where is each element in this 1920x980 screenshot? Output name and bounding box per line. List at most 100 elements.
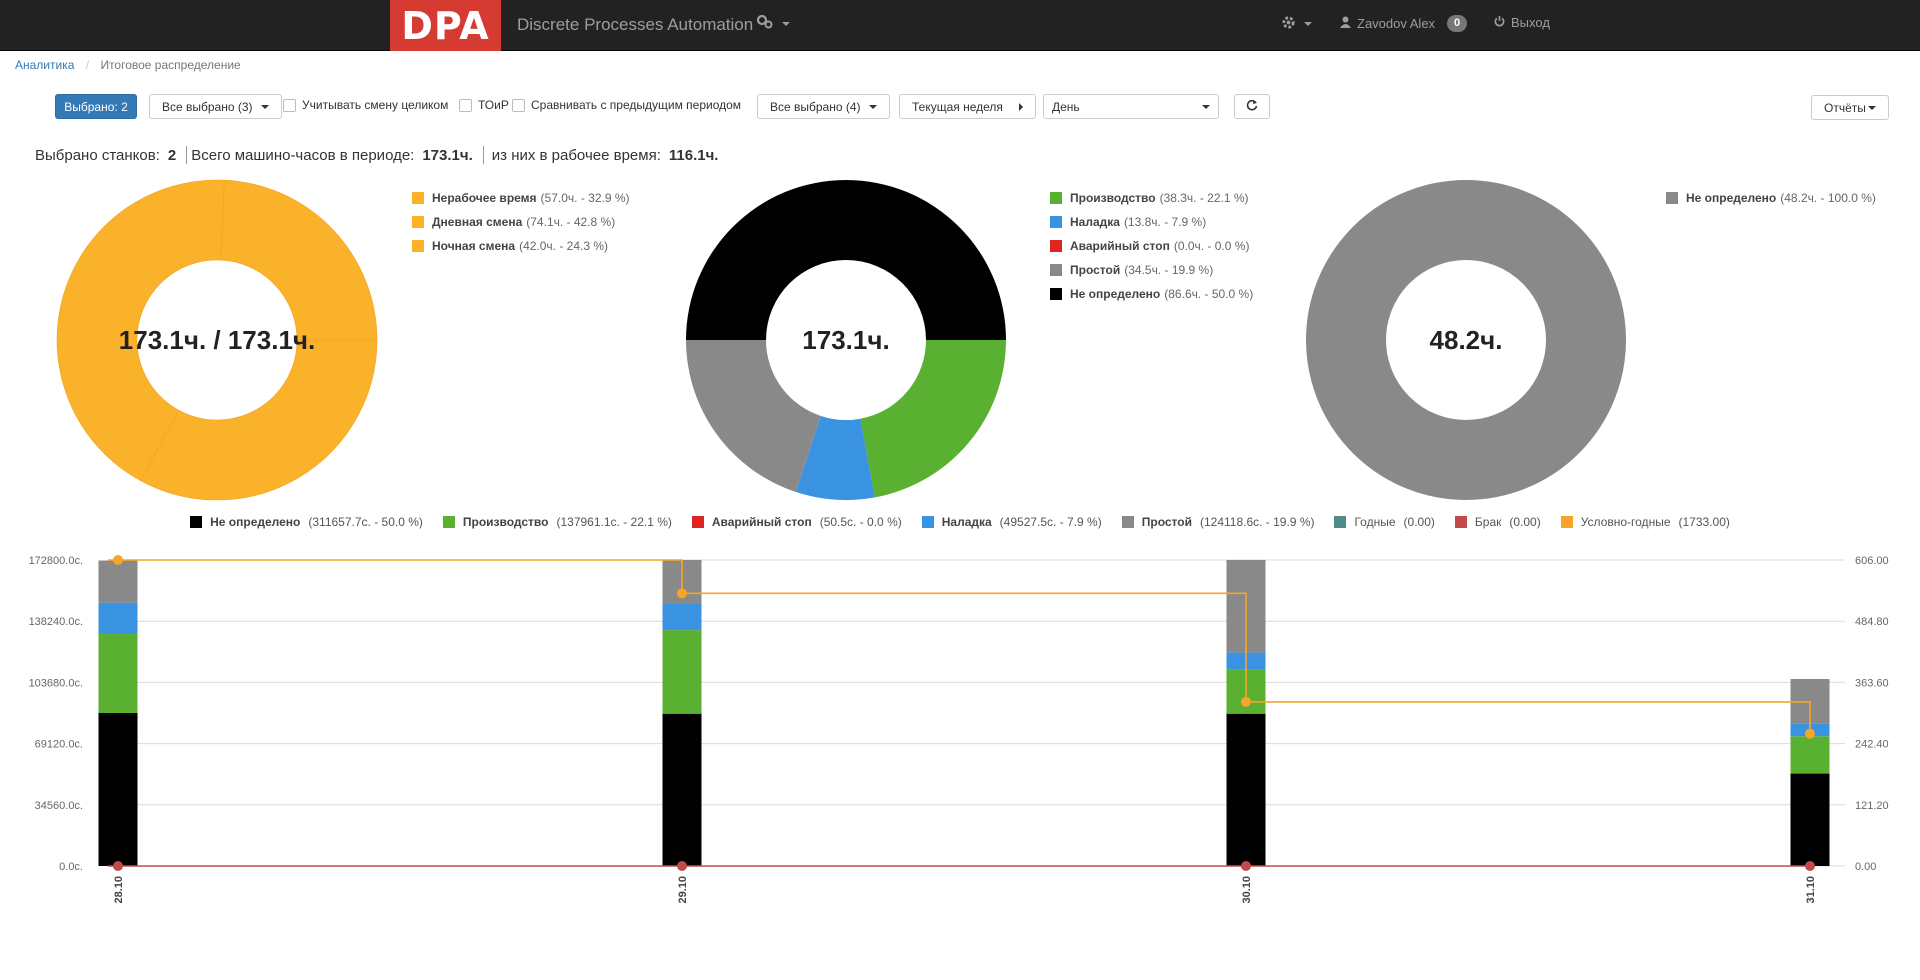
legend-item-nonworking[interactable]: Нерабочее время (57.0ч. - 32.9 %): [412, 186, 630, 210]
legend-value: (311657.7с. - 50.0 %): [308, 515, 423, 529]
whole-shift-option[interactable]: Учитывать смену целиком: [283, 98, 448, 112]
legend-value: (38.3ч. - 22.1 %): [1159, 191, 1249, 205]
toir-checkbox[interactable]: [459, 98, 472, 112]
notifications-badge[interactable]: 0: [1447, 15, 1468, 32]
summary-divider: [482, 146, 484, 164]
breadcrumb: Аналитика / Итоговое распределение: [15, 58, 241, 72]
shifts-donut-chart: [56, 179, 378, 501]
period-dropdown[interactable]: Текущая неделя: [899, 94, 1036, 119]
bar-legend-item-production[interactable]: Производство (137961.1с. - 22.1 %): [442, 515, 672, 529]
legend-swatch: [1454, 516, 1467, 528]
legend-value: (137961.1с. - 22.1 %): [556, 515, 672, 529]
brand-title[interactable]: Discrete Processes Automation: [517, 15, 753, 35]
bar-segment[interactable]: [662, 603, 702, 631]
states-dropdown[interactable]: Все выбрано (4): [757, 94, 890, 119]
machines-dropdown-label: Все выбрано (3): [162, 99, 253, 114]
breadcrumb-current: Итоговое распределение: [100, 58, 241, 72]
shifts-legend: Нерабочее время (57.0ч. - 32.9 %) Дневная…: [412, 186, 630, 258]
series-point[interactable]: [1805, 728, 1815, 739]
bar-legend-item-undefined[interactable]: Не определено (311657.7с. - 50.0 %): [190, 515, 423, 529]
series-point[interactable]: [1805, 861, 1815, 871]
donut-slice-1[interactable]: [1306, 180, 1626, 500]
selected-machines-button[interactable]: Выбрано: 2: [55, 94, 137, 119]
legend-value: (86.6ч. - 50.0 %): [1164, 287, 1254, 301]
y-left-tick-label: 172800.0с.: [29, 555, 83, 567]
bar-segment[interactable]: [98, 602, 138, 634]
refresh-button[interactable]: [1234, 94, 1270, 119]
compare-checkbox[interactable]: [512, 98, 525, 112]
legend-value: (42.0ч. - 24.3 %): [519, 239, 609, 253]
reports-dropdown[interactable]: Отчёты: [1811, 95, 1889, 120]
y-left-tick-label: 34560.0с.: [35, 800, 83, 812]
bar-segment[interactable]: [1226, 713, 1266, 866]
legend-item-setup[interactable]: Наладка (13.8ч. - 7.9 %): [1050, 210, 1253, 234]
legend-item-production[interactable]: Производство (38.3ч. - 22.1 %): [1050, 186, 1253, 210]
bar-segment[interactable]: [1790, 736, 1830, 774]
breadcrumb-analytics[interactable]: Аналитика: [15, 58, 74, 72]
series-point[interactable]: [1241, 696, 1251, 707]
x-tick-label: 30.10: [1241, 876, 1253, 904]
legend-item-idle[interactable]: Простой (34.5ч. - 19.9 %): [1050, 258, 1253, 282]
y-right-tick-label: 363.60: [1855, 677, 1889, 689]
bar-segment[interactable]: [98, 713, 138, 866]
legend-swatch: [412, 240, 424, 252]
compare-option[interactable]: Сравнивать с предыдущим периодом: [512, 98, 741, 112]
bar-legend-item-scrap[interactable]: Брак (0.00): [1454, 515, 1541, 529]
bar-legend-item-good[interactable]: Годные (0.00): [1334, 515, 1435, 529]
legend-value: (13.8ч. - 7.9 %): [1123, 215, 1207, 229]
legend-item-undefined[interactable]: Не определено (86.6ч. - 50.0 %): [1050, 282, 1253, 306]
chevron-down-icon: [1867, 105, 1876, 110]
granularity-select[interactable]: День: [1043, 94, 1219, 119]
bar-legend-item-conditional[interactable]: Условно-годные (1733.00): [1560, 515, 1730, 529]
donut-slice-1[interactable]: [860, 340, 1006, 498]
bar-segment[interactable]: [662, 630, 702, 714]
bar-legend-item-emergency-stop[interactable]: Аварийный стоп (50.5с. - 0.0 %): [691, 515, 902, 529]
user-menu[interactable]: Zavodov Alex 0: [1340, 15, 1468, 32]
integrations-menu[interactable]: [756, 14, 790, 32]
period-label: Текущая неделя: [912, 99, 1003, 114]
legend-item-night-shift[interactable]: Ночная смена (42.0ч. - 24.3 %): [412, 234, 630, 258]
legend-label: Годные: [1354, 515, 1396, 529]
x-tick-label: 28.10: [113, 876, 125, 904]
machines-count-label: Выбрано станков:: [35, 146, 160, 164]
legend-label: Не определено: [210, 515, 301, 529]
series-point[interactable]: [113, 555, 123, 565]
bar-segment[interactable]: [98, 634, 138, 713]
logout-link[interactable]: Выход: [1494, 15, 1550, 30]
bar-legend-item-idle[interactable]: Простой (124118.6с. - 19.9 %): [1121, 515, 1314, 529]
legend-label: Простой: [1141, 515, 1192, 529]
series-point[interactable]: [113, 861, 123, 871]
series-point[interactable]: [677, 861, 687, 871]
whole-shift-checkbox[interactable]: [283, 98, 296, 112]
legend-swatch: [691, 516, 704, 528]
donut-slice-3[interactable]: [220, 179, 378, 341]
donut-slice-1[interactable]: [140, 339, 378, 501]
y-right-tick-label: 606.00: [1855, 555, 1889, 567]
toir-label: ТОиР: [478, 98, 509, 112]
donut-slice-4[interactable]: [686, 340, 821, 492]
settings-menu[interactable]: [1281, 15, 1312, 33]
brand-logo[interactable]: DPA: [390, 0, 501, 51]
chevron-down-icon: [1202, 104, 1210, 109]
legend-swatch: [1050, 240, 1062, 252]
bar-legend-item-setup[interactable]: Наладка (49527.5с. - 7.9 %): [921, 515, 1102, 529]
cogs-icon: [756, 14, 774, 32]
legend-item-undefined[interactable]: Не определено (48.2ч. - 100.0 %): [1666, 186, 1876, 210]
bar-segment[interactable]: [662, 713, 702, 866]
power-icon: [1494, 15, 1505, 30]
legend-swatch: [1121, 516, 1134, 528]
legend-swatch: [1050, 264, 1062, 276]
legend-item-day-shift[interactable]: Дневная смена (74.1ч. - 42.8 %): [412, 210, 630, 234]
toir-option[interactable]: ТОиР: [459, 98, 509, 112]
series-point[interactable]: [677, 588, 687, 599]
legend-swatch: [1666, 192, 1678, 204]
legend-item-emergency-stop[interactable]: Аварийный стоп (0.0ч. - 0.0 %): [1050, 234, 1253, 258]
series-point[interactable]: [1241, 861, 1251, 871]
y-right-tick-label: 242.40: [1855, 739, 1889, 751]
bar-segment[interactable]: [1790, 773, 1830, 866]
bar-segment[interactable]: [98, 560, 138, 603]
donut-slice-5[interactable]: [686, 180, 1006, 340]
user-name: Zavodov Alex: [1357, 16, 1436, 31]
machines-dropdown[interactable]: Все выбрано (3): [149, 94, 282, 119]
refresh-icon: [1246, 99, 1258, 114]
